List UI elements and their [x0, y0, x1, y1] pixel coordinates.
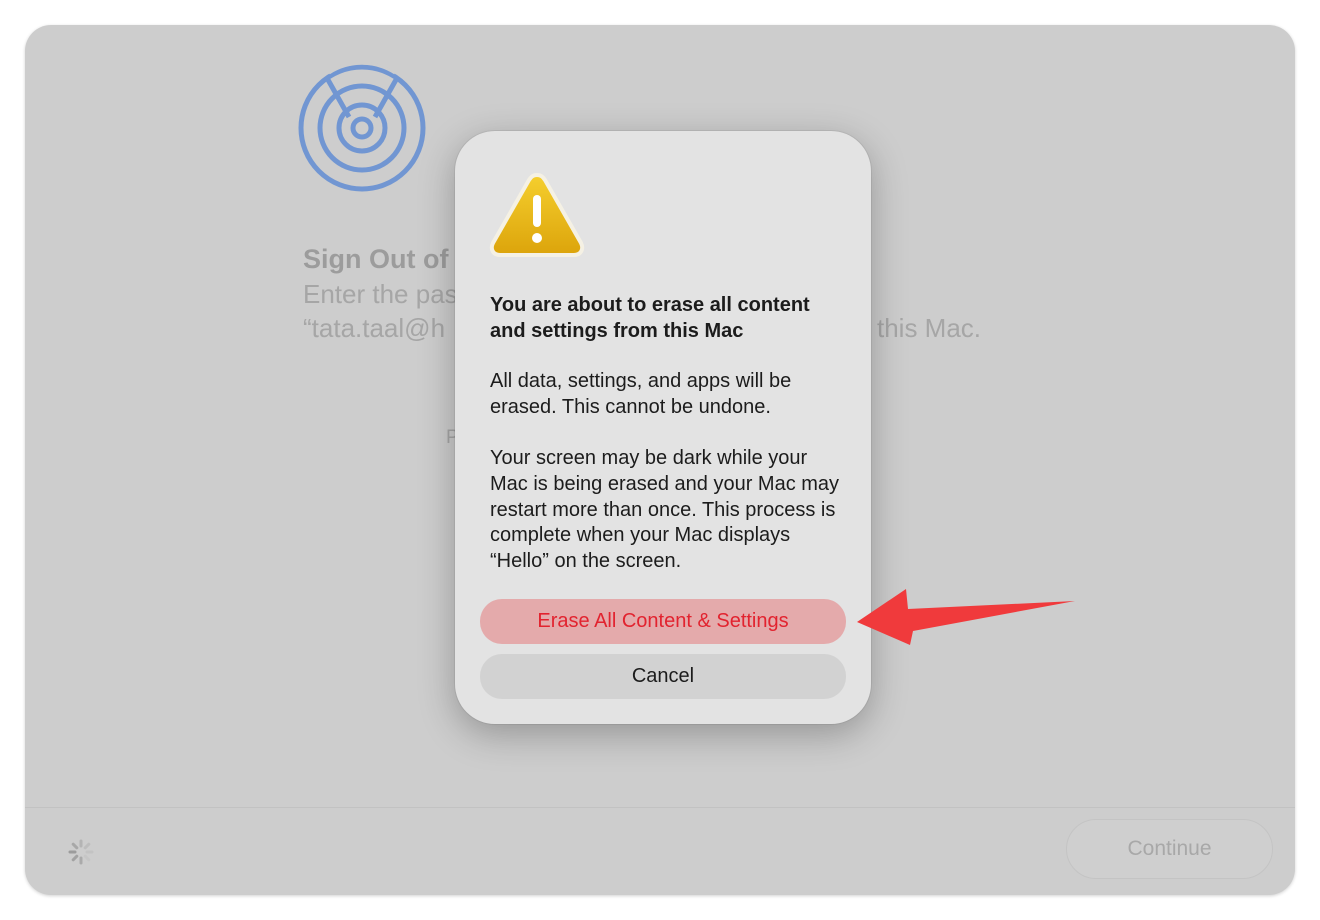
erase-confirmation-dialog: You are about to erase all content and s…	[455, 131, 871, 724]
page-subtitle: Enter the pas	[303, 279, 458, 309]
continue-button[interactable]: Continue	[1066, 819, 1273, 879]
account-email: “tata.taal@h	[303, 313, 446, 343]
find-my-icon	[298, 61, 426, 192]
spinner-icon	[68, 839, 94, 865]
warning-icon	[489, 172, 585, 257]
red-arrow-icon	[857, 589, 1075, 645]
page-title: Sign Out of	[303, 244, 449, 274]
subtitle-tail: this Mac.	[877, 313, 982, 343]
cancel-button[interactable]: Cancel	[480, 654, 846, 699]
erase-all-button[interactable]: Erase All Content & Settings	[480, 599, 846, 644]
dialog-title: You are about to erase all content and s…	[490, 294, 810, 342]
dialog-message: All data, settings, and apps will be era…	[490, 370, 792, 418]
dialog-details: Your screen may be dark while your Mac i…	[490, 447, 840, 573]
window-footer: Continue	[25, 807, 1295, 895]
